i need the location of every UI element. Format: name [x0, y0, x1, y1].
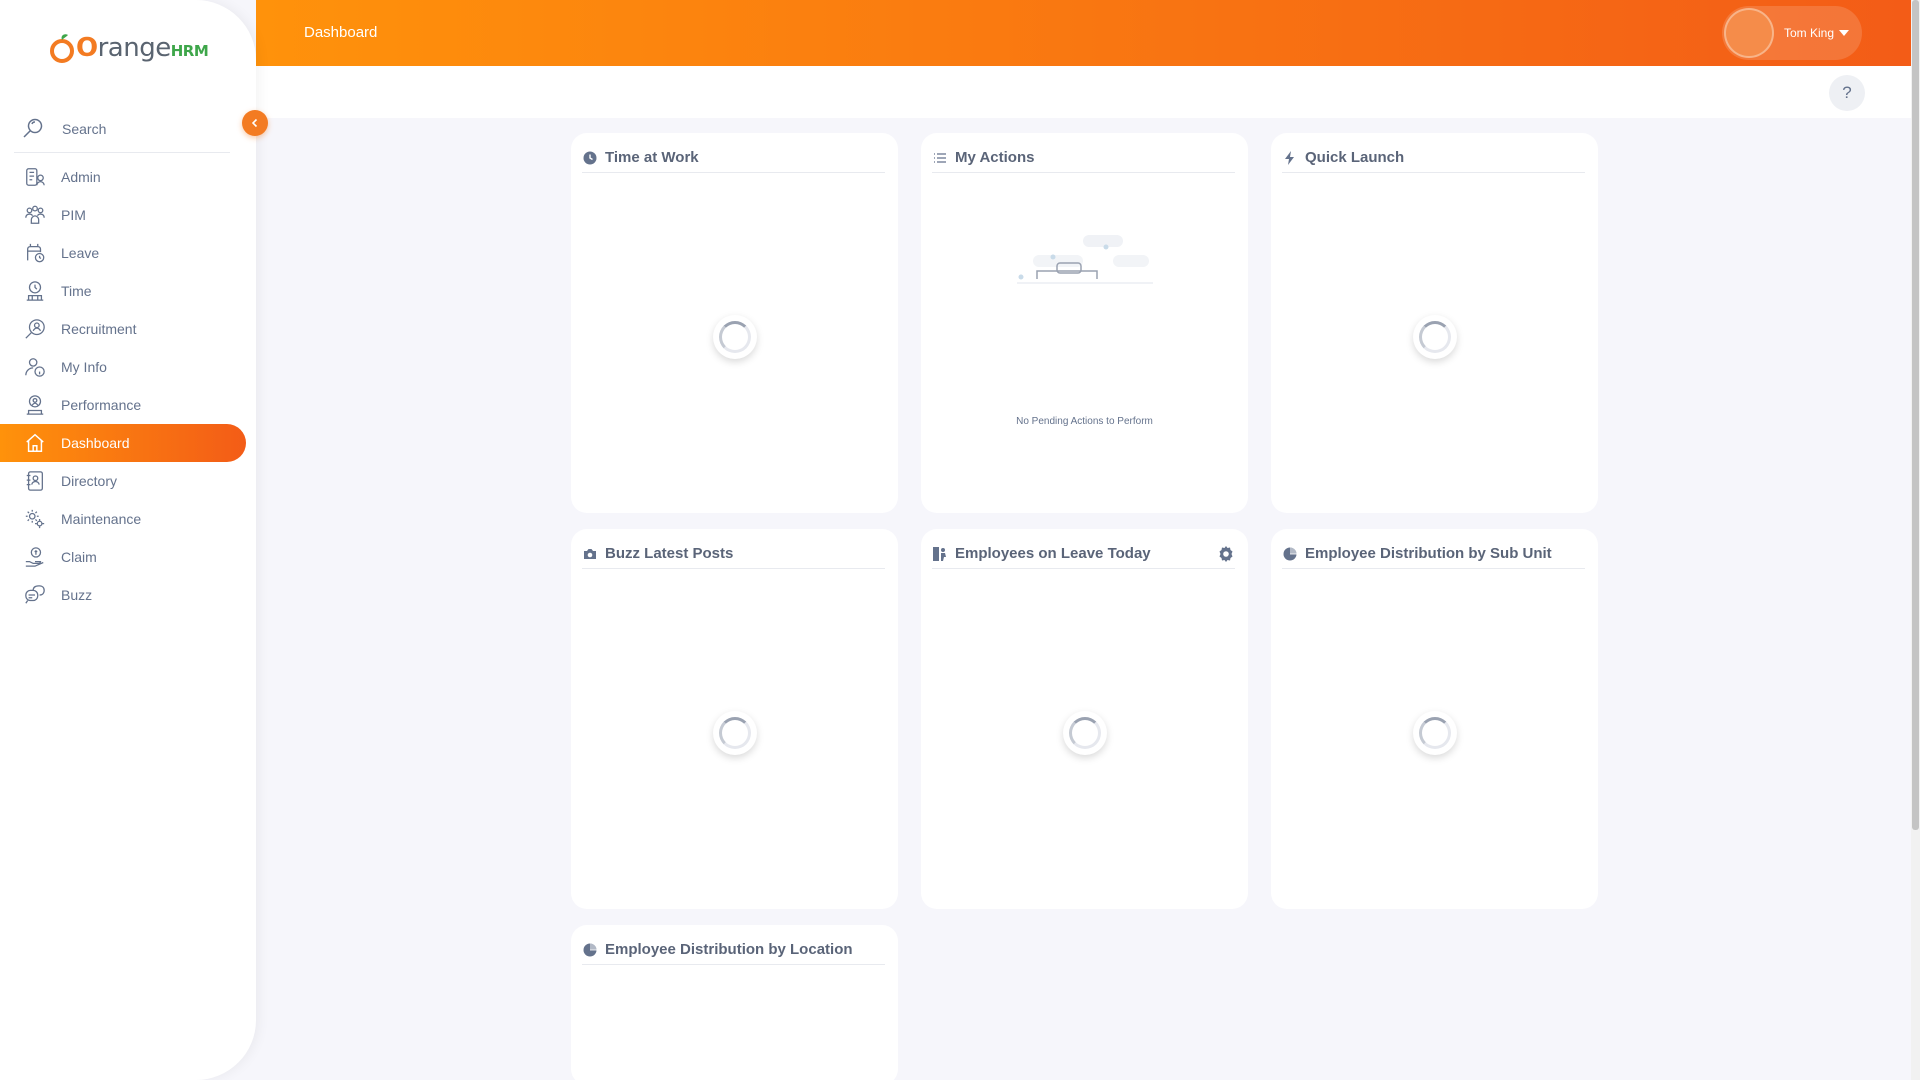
buzz-icon: [25, 585, 45, 604]
loading-spinner: [1412, 315, 1457, 359]
menu-item-maintenance[interactable]: Maintenance: [0, 500, 256, 538]
avatar: [1724, 8, 1774, 58]
menu-label: PIM: [61, 207, 86, 223]
maintenance-icon: [25, 509, 45, 529]
widget-quick-launch: Quick Launch: [1271, 133, 1598, 513]
menu-label: Time: [61, 283, 92, 299]
widget-title: Quick Launch: [1305, 149, 1405, 166]
leave-icon: [27, 243, 45, 263]
menu-label: Admin: [61, 169, 101, 185]
widget-header: Quick Launch: [1282, 143, 1585, 173]
leave-settings-button[interactable]: [1217, 545, 1235, 568]
search-label: Search: [62, 121, 107, 137]
widget-title: Employees on Leave Today: [955, 545, 1151, 562]
pim-icon: [25, 205, 45, 224]
widget-buzz-latest-posts: Buzz Latest Posts: [571, 529, 898, 909]
chevron-left-icon: [251, 118, 258, 128]
widget-distribution-sub-unit: Employee Distribution by Sub Unit: [1271, 529, 1598, 909]
sidebar-collapse-button[interactable]: [242, 110, 268, 136]
main-menu: Admin PIM Leave Time Recruitment My Info…: [0, 158, 256, 614]
widget-time-at-work: Time at Work: [571, 133, 898, 513]
orangehrm-logo[interactable]: OrangeHRM: [48, 28, 209, 68]
sidebar-search[interactable]: Search: [14, 106, 230, 153]
menu-label: Dashboard: [61, 435, 130, 451]
claim-icon: [25, 547, 44, 567]
recruitment-icon: [25, 319, 45, 339]
performance-icon: [26, 395, 44, 415]
leave-person-icon: [933, 546, 946, 561]
loading-spinner: [1412, 711, 1457, 755]
orange-logo-icon: [50, 34, 74, 63]
page-title: Dashboard: [304, 24, 378, 41]
menu-item-leave[interactable]: Leave: [0, 234, 256, 272]
widget-header: Employees on Leave Today: [932, 539, 1235, 569]
menu-item-claim[interactable]: Claim: [0, 538, 256, 576]
page-scrollbar-thumb[interactable]: [1912, 0, 1919, 830]
widget-header: Time at Work: [582, 143, 885, 173]
user-name: Tom King: [1784, 26, 1835, 40]
menu-item-admin[interactable]: Admin: [0, 158, 256, 196]
menu-item-buzz[interactable]: Buzz: [0, 576, 256, 614]
time-icon: [26, 281, 44, 301]
top-bar: Dashboard Tom King: [256, 0, 1911, 66]
user-dropdown[interactable]: Tom King: [1722, 6, 1862, 60]
loading-spinner: [1062, 711, 1107, 755]
caret-down-icon: [1839, 30, 1850, 36]
widget-my-actions: My Actions No Pending Actions to Perform: [921, 133, 1248, 513]
widget-header: Employee Distribution by Sub Unit: [1282, 539, 1585, 569]
widget-header: My Actions: [932, 143, 1235, 173]
menu-item-recruitment[interactable]: Recruitment: [0, 310, 256, 348]
camera-icon: [584, 548, 596, 559]
dashboard-icon: [26, 433, 44, 452]
clock-icon: [583, 151, 597, 164]
pie-icon: [583, 943, 597, 956]
widget-title: Time at Work: [605, 149, 699, 166]
list-icon: [934, 152, 946, 163]
menu-item-my-info[interactable]: My Info: [0, 348, 256, 386]
menu-label: Leave: [61, 245, 100, 261]
widget-header: Employee Distribution by Location: [582, 935, 885, 965]
menu-item-pim[interactable]: PIM: [0, 196, 256, 234]
menu-item-time[interactable]: Time: [0, 272, 256, 310]
gear-icon: [1219, 546, 1233, 562]
pie-icon: [1283, 547, 1297, 560]
menu-label: Directory: [61, 473, 118, 489]
widget-title: Employee Distribution by Sub Unit: [1305, 545, 1552, 562]
widget-title: Employee Distribution by Location: [605, 941, 853, 958]
widget-employees-on-leave: Employees on Leave Today: [921, 529, 1248, 909]
my-info-icon: [25, 358, 45, 377]
admin-icon: [26, 168, 45, 186]
empty-state-illustration: [1017, 235, 1153, 284]
menu-label: My Info: [61, 359, 107, 375]
menu-item-performance[interactable]: Performance: [0, 386, 256, 424]
sidebar: OrangeHRM Search Admin PIM Leave Time Re…: [0, 0, 256, 1080]
empty-state-text: No Pending Actions to Perform: [1016, 416, 1153, 427]
widget-distribution-location: Employee Distribution by Location: [571, 925, 898, 1080]
loading-spinner: [712, 711, 757, 755]
widget-title: Buzz Latest Posts: [605, 545, 734, 562]
lightning-icon: [1285, 150, 1294, 165]
menu-label: Buzz: [61, 587, 93, 603]
menu-label: Maintenance: [61, 511, 142, 527]
menu-item-dashboard[interactable]: Dashboard: [0, 424, 246, 462]
menu-item-directory[interactable]: Directory: [0, 462, 256, 500]
loading-spinner: [712, 315, 757, 359]
widget-title: My Actions: [955, 149, 1035, 166]
widget-header: Buzz Latest Posts: [582, 539, 885, 569]
help-button[interactable]: ?: [1829, 75, 1865, 111]
search-icon: [23, 118, 43, 138]
sub-header: ?: [256, 66, 1911, 118]
menu-label: Performance: [61, 397, 142, 413]
directory-icon: [26, 471, 43, 491]
menu-label: Claim: [61, 549, 97, 565]
menu-label: Recruitment: [61, 321, 137, 337]
brand-name: OrangeHRM: [76, 33, 209, 63]
